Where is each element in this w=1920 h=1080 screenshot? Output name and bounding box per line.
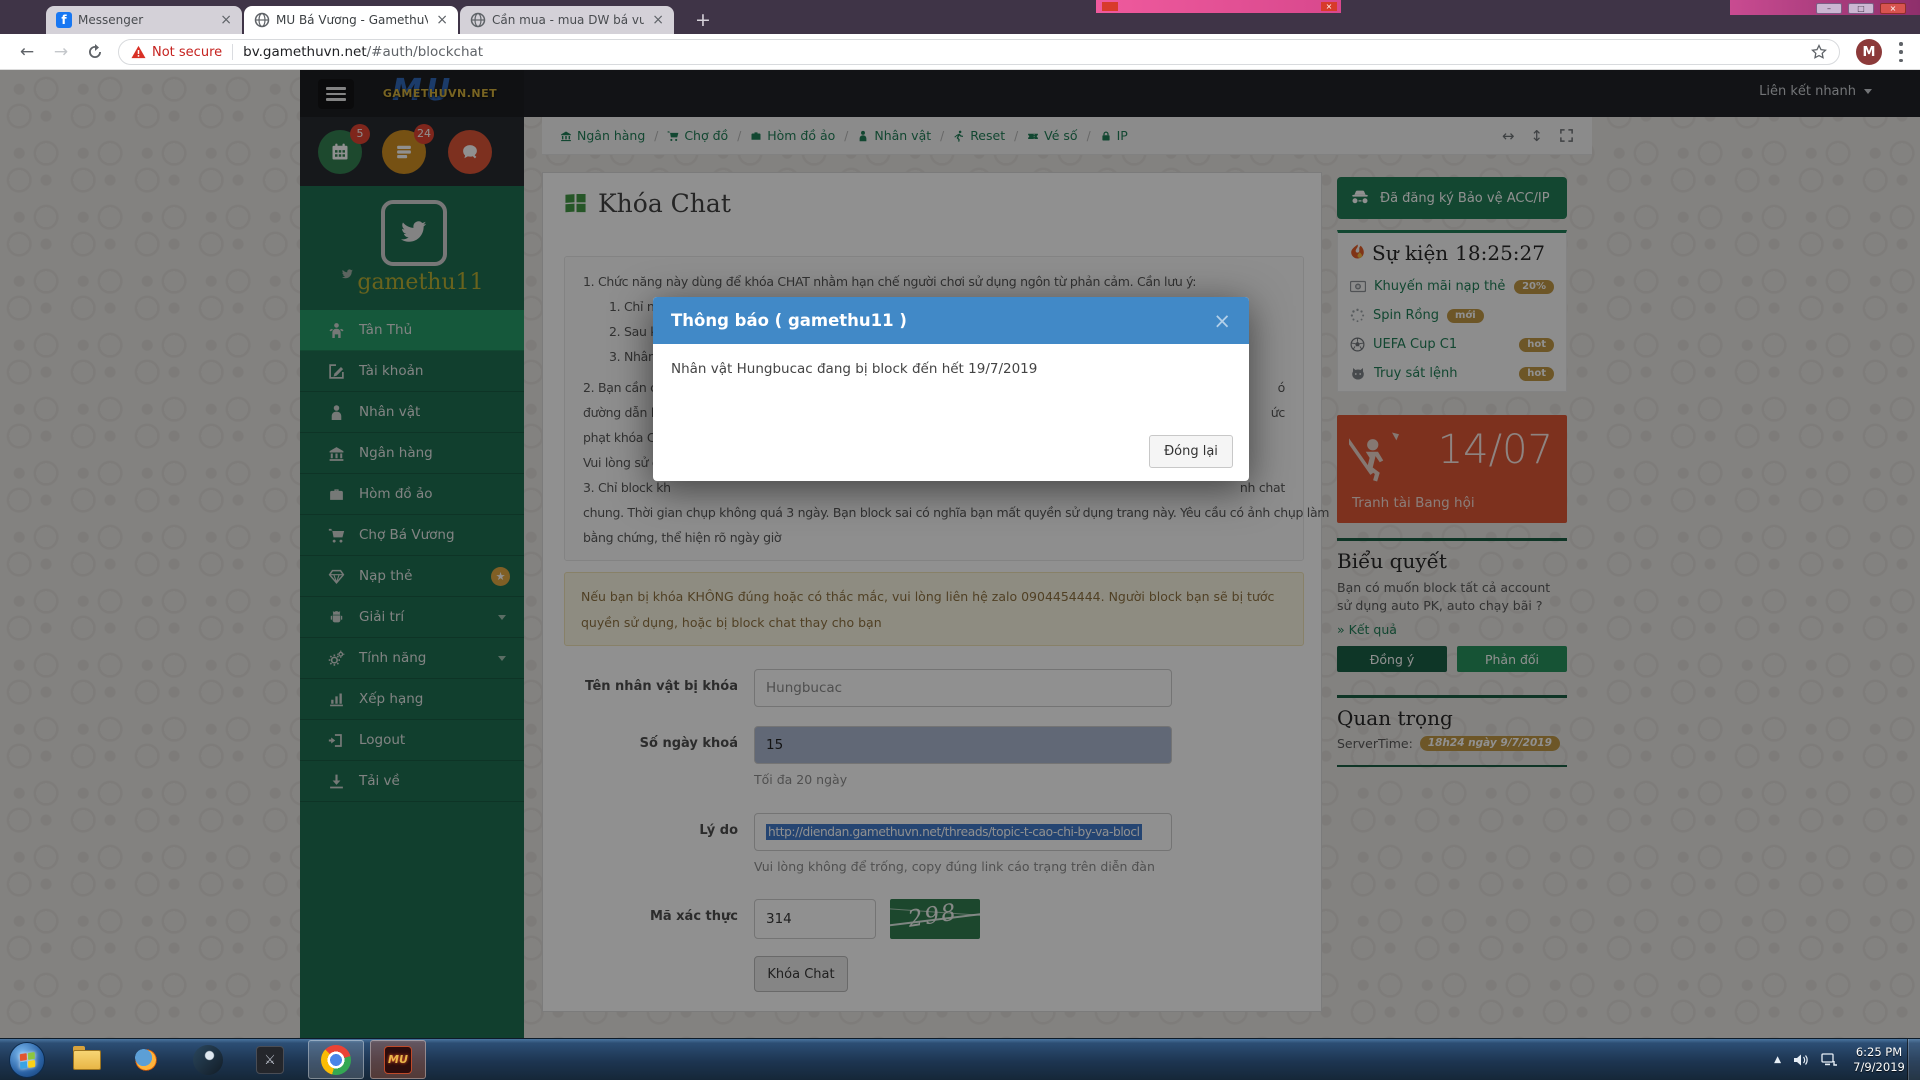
firefox-icon	[131, 1045, 161, 1075]
browser-tab-strip: f Messenger × MU Bá Vương - GamethuVN.ne…	[0, 0, 1920, 34]
url-path: /#auth/blockchat	[367, 44, 483, 60]
steam-icon	[193, 1045, 223, 1075]
windows-logo-icon	[19, 1051, 35, 1068]
mu-game-icon: MU	[384, 1046, 412, 1074]
tab-title: Cần mua - mua DW bá vương ho	[492, 13, 644, 27]
taskbar-game-button[interactable]: ⚔	[254, 1044, 286, 1076]
background-window-fragment: ×	[1096, 0, 1341, 13]
security-status[interactable]: Not secure	[152, 45, 222, 60]
modal-close-icon[interactable]: ×	[1213, 309, 1231, 333]
browser-menu-icon[interactable]	[1899, 42, 1903, 62]
taskbar-steam-button[interactable]	[192, 1044, 224, 1076]
warning-triangle-icon	[131, 45, 146, 59]
taskbar-explorer-button[interactable]	[71, 1044, 103, 1076]
tab-close-icon[interactable]: ×	[434, 13, 450, 27]
modal-backdrop[interactable]	[0, 70, 1920, 1038]
divider	[232, 44, 233, 60]
chrome-icon	[321, 1045, 351, 1075]
clock-date: 7/9/2019	[1850, 1060, 1908, 1075]
forward-icon[interactable]: →	[48, 39, 74, 65]
maximize-icon: □	[1848, 3, 1874, 14]
reload-icon[interactable]	[82, 39, 108, 65]
close-icon: ×	[1321, 2, 1337, 11]
globe-favicon-icon	[254, 12, 270, 28]
start-button[interactable]	[9, 1042, 45, 1078]
folder-icon	[73, 1050, 101, 1070]
modal-title: Thông báo ( gamethu11 )	[671, 311, 907, 330]
url-host: bv.gamethuvn.net	[243, 44, 367, 60]
facebook-favicon-icon: f	[56, 12, 72, 28]
taskbar-mu-button[interactable]: MU	[370, 1040, 426, 1079]
taskbar-chrome-button[interactable]	[308, 1040, 364, 1079]
back-icon[interactable]: ←	[14, 39, 40, 65]
show-desktop-button[interactable]	[1907, 1039, 1920, 1080]
taskbar-clock[interactable]: 6:25 PM 7/9/2019	[1850, 1045, 1908, 1075]
tab-title: MU Bá Vương - GamethuVN.net	[276, 13, 428, 27]
bookmark-star-icon[interactable]	[1811, 44, 1827, 60]
address-bar[interactable]: Not secure bv.gamethuvn.net /#auth/block…	[118, 39, 1840, 65]
background-window-fragment: – □ ×	[1730, 0, 1920, 15]
tab-mu-ba-vuong[interactable]: MU Bá Vương - GamethuVN.net ×	[244, 6, 458, 34]
tray-expand-icon[interactable]: ▲	[1774, 1055, 1781, 1065]
tab-can-mua[interactable]: Cần mua - mua DW bá vương ho ×	[460, 6, 674, 34]
notification-modal: Thông báo ( gamethu11 ) × Nhân vật Hungb…	[653, 297, 1249, 481]
tab-messenger[interactable]: f Messenger ×	[46, 6, 242, 34]
browser-toolbar: ← → Not secure bv.gamethuvn.net /#auth/b…	[0, 34, 1920, 70]
network-icon[interactable]	[1821, 1053, 1838, 1067]
close-icon: ×	[1880, 3, 1906, 14]
tab-close-icon[interactable]: ×	[218, 13, 234, 27]
volume-icon[interactable]	[1793, 1053, 1809, 1067]
modal-close-button[interactable]: Đóng lại	[1149, 435, 1233, 468]
taskbar-firefox-button[interactable]	[130, 1044, 162, 1076]
system-tray: ▲ 6:25 PM 7/9/2019	[1774, 1039, 1908, 1080]
modal-header: Thông báo ( gamethu11 ) ×	[653, 297, 1249, 344]
minimize-icon: –	[1816, 3, 1842, 14]
game-icon: ⚔	[256, 1046, 284, 1074]
tab-close-icon[interactable]: ×	[650, 13, 666, 27]
modal-body: Nhân vật Hungbucac đang bị block đến hết…	[653, 344, 1249, 394]
page-viewport: Liên kết nhanh MU GAMETHUVN.NET 5 24	[0, 70, 1920, 1038]
browser-profile-avatar[interactable]: M	[1856, 39, 1882, 65]
new-tab-button[interactable]: +	[690, 7, 716, 33]
tab-title: Messenger	[78, 13, 212, 27]
taskbar: ⚔ MU ▲ 6:25 PM 7/9/2019	[0, 1038, 1920, 1080]
screen: f Messenger × MU Bá Vương - GamethuVN.ne…	[0, 0, 1920, 1080]
globe-favicon-icon	[470, 12, 486, 28]
clock-time: 6:25 PM	[1850, 1045, 1908, 1060]
